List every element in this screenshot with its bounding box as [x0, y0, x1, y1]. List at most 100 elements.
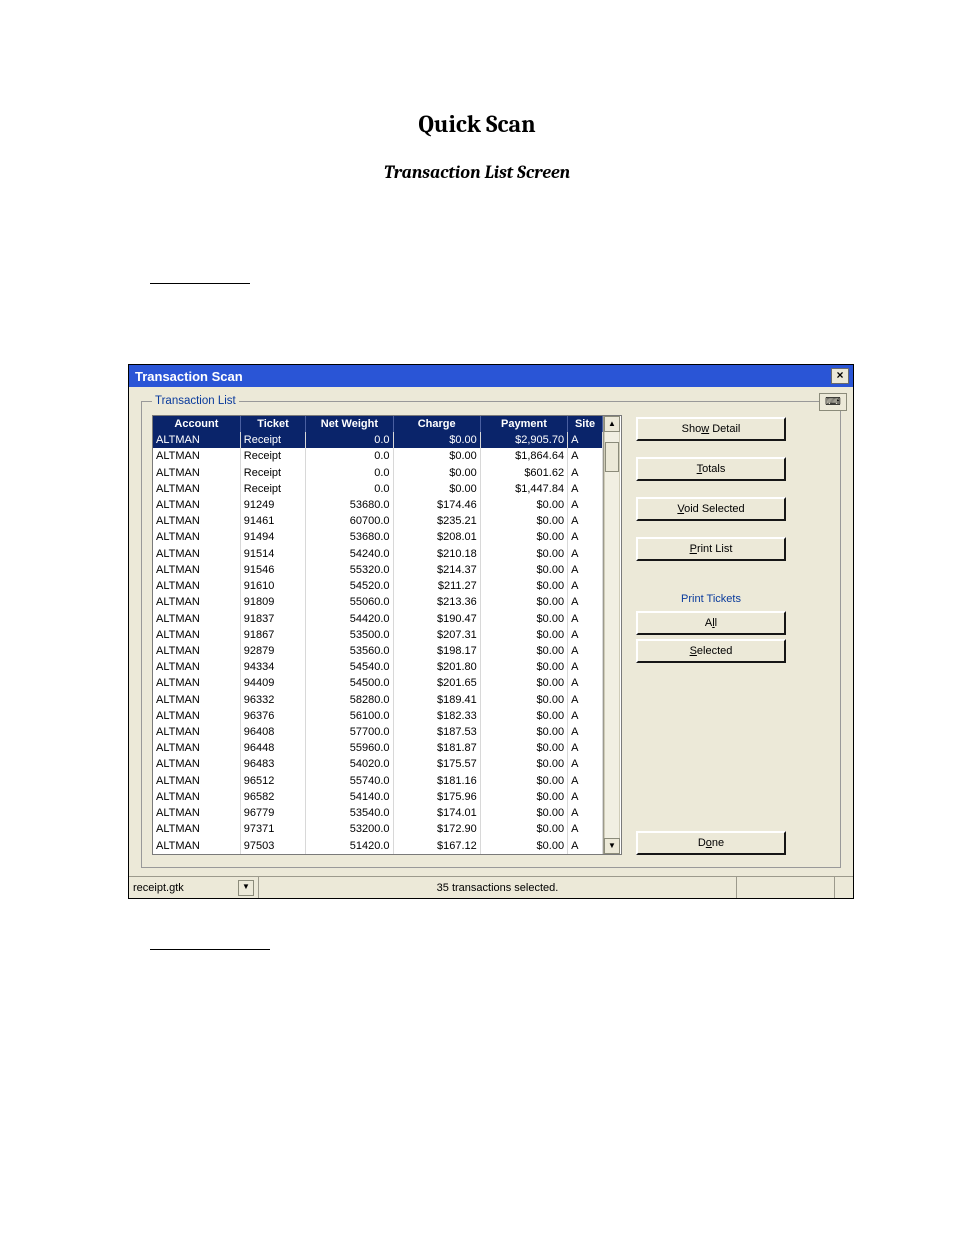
cell: 94409 [240, 675, 305, 691]
cell: 53200.0 [306, 821, 393, 837]
cell: $189.41 [393, 692, 480, 708]
table-row[interactable]: ALTMANReceipt0.0$0.00$1,447.84A [153, 481, 603, 497]
col-charge[interactable]: Charge [393, 416, 480, 432]
cell: A [568, 692, 603, 708]
cell: $0.00 [480, 708, 567, 724]
table-row[interactable]: ALTMAN9648354020.0$175.57$0.00A [153, 756, 603, 772]
col-ticket[interactable]: Ticket [240, 416, 305, 432]
cell: A [568, 708, 603, 724]
col-site[interactable]: Site [568, 416, 603, 432]
cell: A [568, 659, 603, 675]
table-row[interactable]: ALTMAN9180955060.0$213.36$0.00A [153, 594, 603, 610]
cell: A [568, 773, 603, 789]
cell: $187.53 [393, 724, 480, 740]
col-account[interactable]: Account [153, 416, 240, 432]
table-row[interactable]: ALTMAN9433454540.0$201.80$0.00A [153, 659, 603, 675]
scroll-track[interactable] [604, 432, 620, 838]
cell: ALTMAN [153, 546, 240, 562]
scroll-thumb[interactable] [605, 442, 619, 472]
cell: 91867 [240, 627, 305, 643]
cell: 96448 [240, 740, 305, 756]
cell: A [568, 643, 603, 659]
template-dropdown[interactable]: receipt.gtk ▼ [129, 877, 259, 898]
table-row[interactable]: ALTMAN9183754420.0$190.47$0.00A [153, 610, 603, 626]
table-row[interactable]: ALTMAN9658254140.0$175.96$0.00A [153, 789, 603, 805]
cell: $210.18 [393, 546, 480, 562]
cell: ALTMAN [153, 692, 240, 708]
cell: $0.00 [480, 610, 567, 626]
cell: $174.46 [393, 497, 480, 513]
scroll-down-button[interactable]: ▼ [604, 838, 620, 854]
cell: A [568, 513, 603, 529]
table-row[interactable]: ALTMAN9637656100.0$182.33$0.00A [153, 708, 603, 724]
cell: $0.00 [393, 481, 480, 497]
done-button[interactable]: Done [636, 831, 786, 855]
cell: $0.00 [480, 594, 567, 610]
cell: 91610 [240, 578, 305, 594]
action-button-column: Show Detail Totals Void Selected Print L… [636, 415, 786, 855]
table-row[interactable]: ALTMAN9677953540.0$174.01$0.00A [153, 805, 603, 821]
cell: 54140.0 [306, 789, 393, 805]
table-row[interactable]: ALTMAN9640857700.0$187.53$0.00A [153, 724, 603, 740]
resize-grip[interactable] [835, 877, 853, 898]
cell: 97503 [240, 837, 305, 854]
scroll-up-button[interactable]: ▲ [604, 416, 620, 432]
cell: ALTMAN [153, 464, 240, 480]
cell: $181.87 [393, 740, 480, 756]
table-row[interactable]: ALTMAN9651255740.0$181.16$0.00A [153, 773, 603, 789]
cell: ALTMAN [153, 481, 240, 497]
vertical-scrollbar[interactable]: ▲ ▼ [603, 416, 620, 854]
cell: ALTMAN [153, 675, 240, 691]
cell: ALTMAN [153, 529, 240, 545]
table-row[interactable]: ALTMANReceipt0.0$0.00$1,864.64A [153, 448, 603, 464]
show-detail-button[interactable]: Show Detail [636, 417, 786, 441]
cell: 53500.0 [306, 627, 393, 643]
col-net-weight[interactable]: Net Weight [306, 416, 393, 432]
table-row[interactable]: ALTMAN9440954500.0$201.65$0.00A [153, 675, 603, 691]
table-row[interactable]: ALTMAN9750351420.0$167.12$0.00A [153, 837, 603, 854]
cell: $0.00 [480, 675, 567, 691]
table-row[interactable]: ALTMANReceipt0.0$0.00$2,905.70A [153, 432, 603, 448]
table-row[interactable]: ALTMAN9124953680.0$174.46$0.00A [153, 497, 603, 513]
cell: $207.31 [393, 627, 480, 643]
cell: Receipt [240, 448, 305, 464]
table-row[interactable]: ALTMAN9644855960.0$181.87$0.00A [153, 740, 603, 756]
cell: 54420.0 [306, 610, 393, 626]
table-row[interactable]: ALTMANReceipt0.0$0.00$601.62A [153, 464, 603, 480]
page-title: Quick Scan [0, 110, 954, 138]
cell: $2,905.70 [480, 432, 567, 448]
dropdown-arrow-icon[interactable]: ▼ [238, 880, 254, 896]
table-row[interactable]: ALTMAN9151454240.0$210.18$0.00A [153, 546, 603, 562]
cell: $601.62 [480, 464, 567, 480]
table-row[interactable]: ALTMAN9161054520.0$211.27$0.00A [153, 578, 603, 594]
table-row[interactable]: ALTMAN9149453680.0$208.01$0.00A [153, 529, 603, 545]
table-header-row: Account Ticket Net Weight Charge Payment… [153, 416, 603, 432]
print-all-button[interactable]: All [636, 611, 786, 635]
table-row[interactable]: ALTMAN9154655320.0$214.37$0.00A [153, 562, 603, 578]
close-button[interactable]: × [831, 368, 849, 384]
cell: 54540.0 [306, 659, 393, 675]
cell: A [568, 546, 603, 562]
transaction-grid[interactable]: Account Ticket Net Weight Charge Payment… [152, 415, 622, 855]
keyboard-icon[interactable]: ⌨ [819, 393, 847, 411]
table-row[interactable]: ALTMAN9146160700.0$235.21$0.00A [153, 513, 603, 529]
print-list-button[interactable]: Print List [636, 537, 786, 561]
table-row[interactable]: ALTMAN9633258280.0$189.41$0.00A [153, 692, 603, 708]
cell: ALTMAN [153, 821, 240, 837]
cell: A [568, 724, 603, 740]
table-row[interactable]: ALTMAN9287953560.0$198.17$0.00A [153, 643, 603, 659]
cell: Receipt [240, 464, 305, 480]
cell: $181.16 [393, 773, 480, 789]
cell: $0.00 [480, 562, 567, 578]
cell: $0.00 [480, 659, 567, 675]
table-row[interactable]: ALTMAN9186753500.0$207.31$0.00A [153, 627, 603, 643]
cell: ALTMAN [153, 724, 240, 740]
totals-button[interactable]: Totals [636, 457, 786, 481]
cell: $172.90 [393, 821, 480, 837]
print-selected-button[interactable]: Selected [636, 639, 786, 663]
status-message: 35 transactions selected. [259, 877, 737, 898]
cell: Receipt [240, 481, 305, 497]
table-row[interactable]: ALTMAN9737153200.0$172.90$0.00A [153, 821, 603, 837]
col-payment[interactable]: Payment [480, 416, 567, 432]
void-selected-button[interactable]: Void Selected [636, 497, 786, 521]
